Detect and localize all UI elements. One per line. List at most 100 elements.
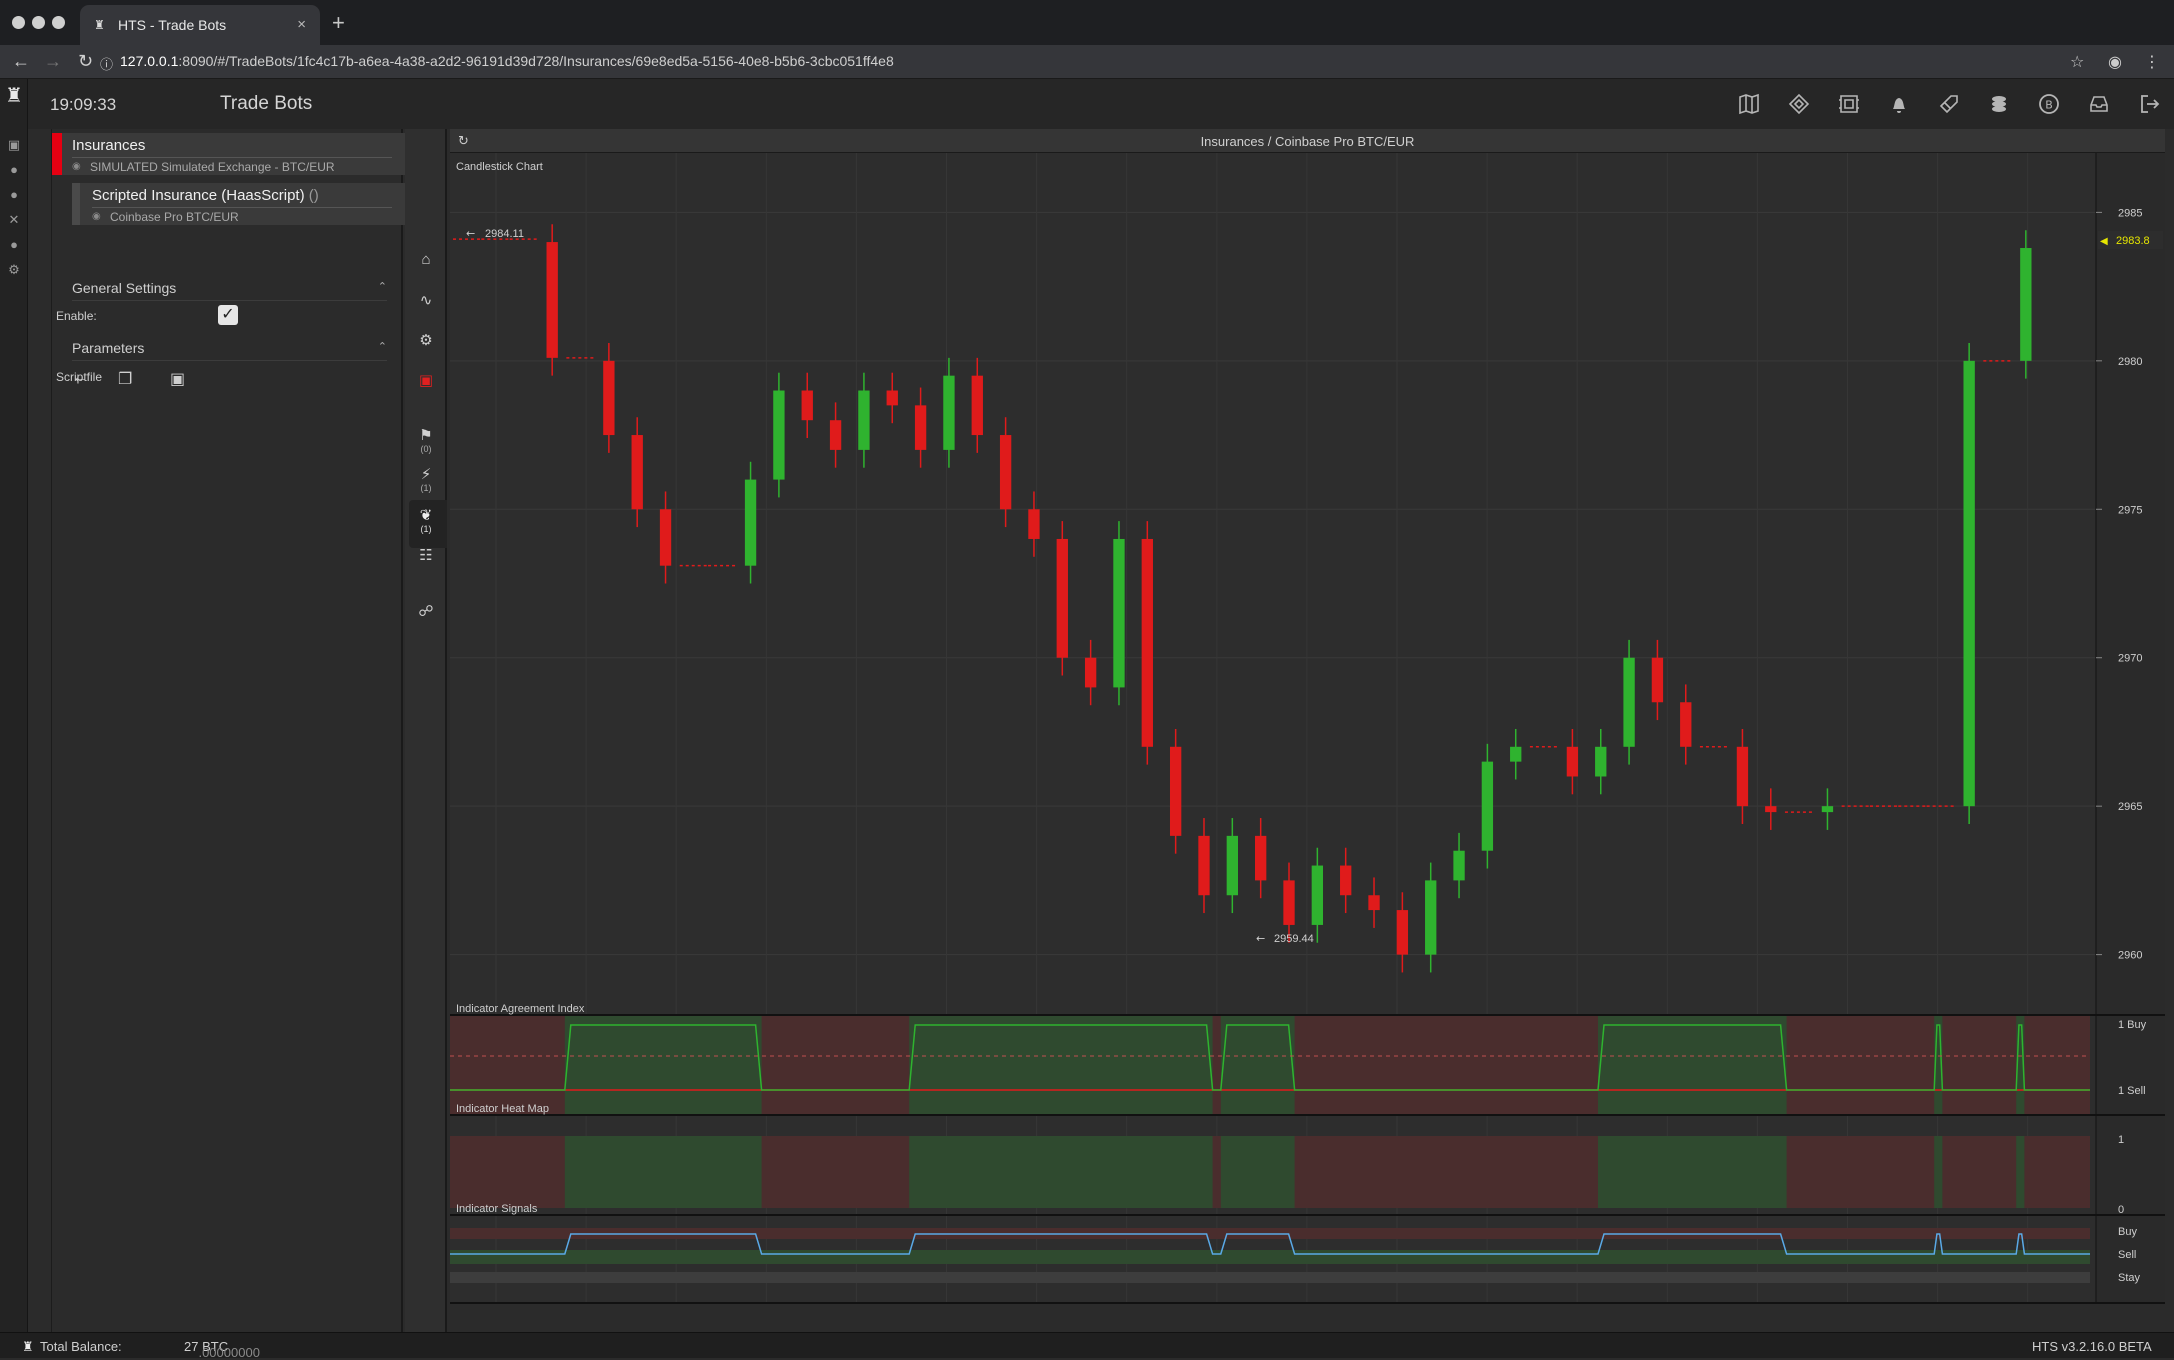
settings-icon[interactable]: ⚙ xyxy=(0,262,28,278)
candle-body xyxy=(1283,880,1295,925)
bot-toolstrip: ⌂ ∿ ⚙ ▣ ⚑ (0) ⚡ (1) ❦ (1) ☷ ☍ xyxy=(405,129,447,1332)
candle-body xyxy=(1056,538,1068,658)
low-arrow-icon: ← xyxy=(1256,932,1265,945)
version-label: HTS v3.2.16.0 BETA xyxy=(2032,1339,2152,1354)
bolt-count: (1) xyxy=(420,483,432,493)
info-icon[interactable]: ⓘ xyxy=(100,54,113,73)
page-title: Trade Bots xyxy=(220,93,313,114)
bookmark-star-icon[interactable]: ☆ xyxy=(2070,52,2084,72)
bulb-icon[interactable]: ● xyxy=(0,162,28,177)
tools-icon[interactable]: ✕ xyxy=(0,212,28,228)
heat-pane-label: Indicator Heat Map xyxy=(456,1103,549,1115)
enable-label: Enable: xyxy=(56,309,97,323)
copy-icon[interactable]: ❐ xyxy=(118,369,132,389)
parameters-header[interactable]: Parameters ⌃ xyxy=(72,340,387,361)
candle-body xyxy=(546,242,558,358)
signal-stay-band xyxy=(450,1272,2090,1283)
trash-icon[interactable]: ▣ xyxy=(170,369,185,389)
candle-body xyxy=(1425,880,1437,955)
candle-body xyxy=(1141,538,1153,747)
coins-icon[interactable] xyxy=(1986,91,2012,117)
money-icon[interactable]: ▣ xyxy=(405,371,447,389)
candle-body xyxy=(1255,835,1267,881)
frame-icon[interactable] xyxy=(1836,91,1862,117)
monitor-icon[interactable]: ▣ xyxy=(0,137,28,153)
home-icon[interactable]: ⌂ xyxy=(405,251,447,268)
crumb-scripted-insurance[interactable]: Scripted Insurance (HaasScript) () ◉ Coi… xyxy=(72,183,444,225)
menu-kebab-icon[interactable]: ⋮ xyxy=(2144,52,2160,72)
tab-title: HTS - Trade Bots xyxy=(118,17,227,33)
line-chart-icon[interactable]: ∿ xyxy=(405,291,447,309)
signal-tick-label: Buy xyxy=(2118,1226,2137,1238)
app-header: 19:09:33 Trade Bots B xyxy=(28,79,2174,129)
current-price-label: 2983.8 xyxy=(2116,235,2150,247)
unlock-icon[interactable]: ☍ xyxy=(405,602,447,620)
chart-canvas[interactable]: 29852980297529702965296014:4515:0015:151… xyxy=(450,153,2165,1332)
candle-body xyxy=(1226,835,1238,896)
bitcoin-icon[interactable]: B xyxy=(2036,91,2062,117)
clock: 19:09:33 xyxy=(50,95,117,114)
bell-icon[interactable] xyxy=(1886,91,1912,117)
total-balance-value: 27.00000000 BTC xyxy=(184,1339,260,1360)
candle-body xyxy=(1821,806,1834,813)
scriptfile-label: Scriptfile xyxy=(56,370,103,384)
chart-title: Insurances / Coinbase Pro BTC/EUR xyxy=(1200,134,1415,149)
minimize-window-dot[interactable] xyxy=(32,16,45,29)
user-icon[interactable]: ● xyxy=(0,237,28,252)
rabbit-logo-icon[interactable]: ♜ xyxy=(0,83,28,108)
signal-bands xyxy=(450,1228,2090,1283)
candle-body xyxy=(943,375,955,450)
crumb-divider xyxy=(72,157,392,158)
sitemap-icon[interactable]: ☷ xyxy=(405,546,447,564)
crumb-insurances[interactable]: Insurances ◉ SIMULATED Simulated Exchang… xyxy=(52,133,424,175)
leaf-count: (1) xyxy=(420,524,432,534)
enable-checkbox[interactable]: ✓ xyxy=(218,305,238,325)
close-tab-icon[interactable]: × xyxy=(297,16,306,33)
collapse-chevron-icon[interactable]: ⌃ xyxy=(378,280,387,293)
bulb-alt-icon[interactable]: ● xyxy=(0,187,28,202)
candle-body xyxy=(858,390,870,450)
signals-pane-label: Indicator Signals xyxy=(456,1203,538,1215)
y-tick-label: 2985 xyxy=(2118,207,2142,219)
iai-buy-band xyxy=(1220,1016,1295,1114)
iai-pane-label: Indicator Agreement Index xyxy=(456,1003,585,1015)
incognito-icon[interactable]: ◉ xyxy=(2108,52,2122,72)
candle-body xyxy=(1595,746,1607,777)
back-icon[interactable]: ← xyxy=(12,51,30,72)
ticket-icon[interactable] xyxy=(1786,91,1812,117)
candle-body xyxy=(1680,702,1692,747)
candle-body xyxy=(999,435,1012,510)
candle-body xyxy=(1623,657,1635,747)
flag-icon[interactable]: ⚑ xyxy=(405,426,447,444)
url-field[interactable]: 127.0.0.1:8090/#/TradeBots/1fc4c17b-a6ea… xyxy=(120,53,894,69)
close-window-dot[interactable] xyxy=(12,16,25,29)
tag-icon[interactable] xyxy=(1936,91,1962,117)
candle-body xyxy=(631,435,643,510)
crumb-insurances-sub: SIMULATED Simulated Exchange - BTC/EUR xyxy=(90,160,335,174)
bolt-icon[interactable]: ⚡ xyxy=(405,465,447,483)
candle-body xyxy=(1396,910,1409,955)
heat-buy-band xyxy=(2016,1136,2025,1208)
y-tick-label: 2965 xyxy=(2118,801,2142,813)
total-balance-label: Total Balance: xyxy=(40,1339,122,1354)
heat-buy-band xyxy=(1598,1136,1787,1208)
candle-body xyxy=(1368,895,1380,911)
reload-icon[interactable]: ↻ xyxy=(78,51,93,72)
general-settings-header[interactable]: General Settings ⌃ xyxy=(72,280,387,301)
candle-body xyxy=(801,390,813,421)
candle-body xyxy=(659,509,672,566)
inbox-icon[interactable] xyxy=(2086,91,2112,117)
logout-icon[interactable] xyxy=(2136,91,2162,117)
new-tab-button[interactable]: + xyxy=(332,10,345,36)
iai-buy-band xyxy=(909,1016,1213,1114)
forward-icon[interactable]: → xyxy=(44,51,62,72)
exchange-icon: ◉ xyxy=(92,211,101,222)
map-icon[interactable] xyxy=(1736,91,1762,117)
leaf-icon[interactable]: ❦ xyxy=(405,506,447,524)
browser-tab[interactable]: ♜ HTS - Trade Bots × xyxy=(80,5,320,45)
gears-icon[interactable]: ⚙ xyxy=(405,331,447,349)
iai-tick-label: 1 Sell xyxy=(2118,1085,2146,1097)
collapse-chevron-icon[interactable]: ⌃ xyxy=(378,340,387,353)
maximize-window-dot[interactable] xyxy=(52,16,65,29)
y-axis-bg xyxy=(2096,153,2165,1303)
